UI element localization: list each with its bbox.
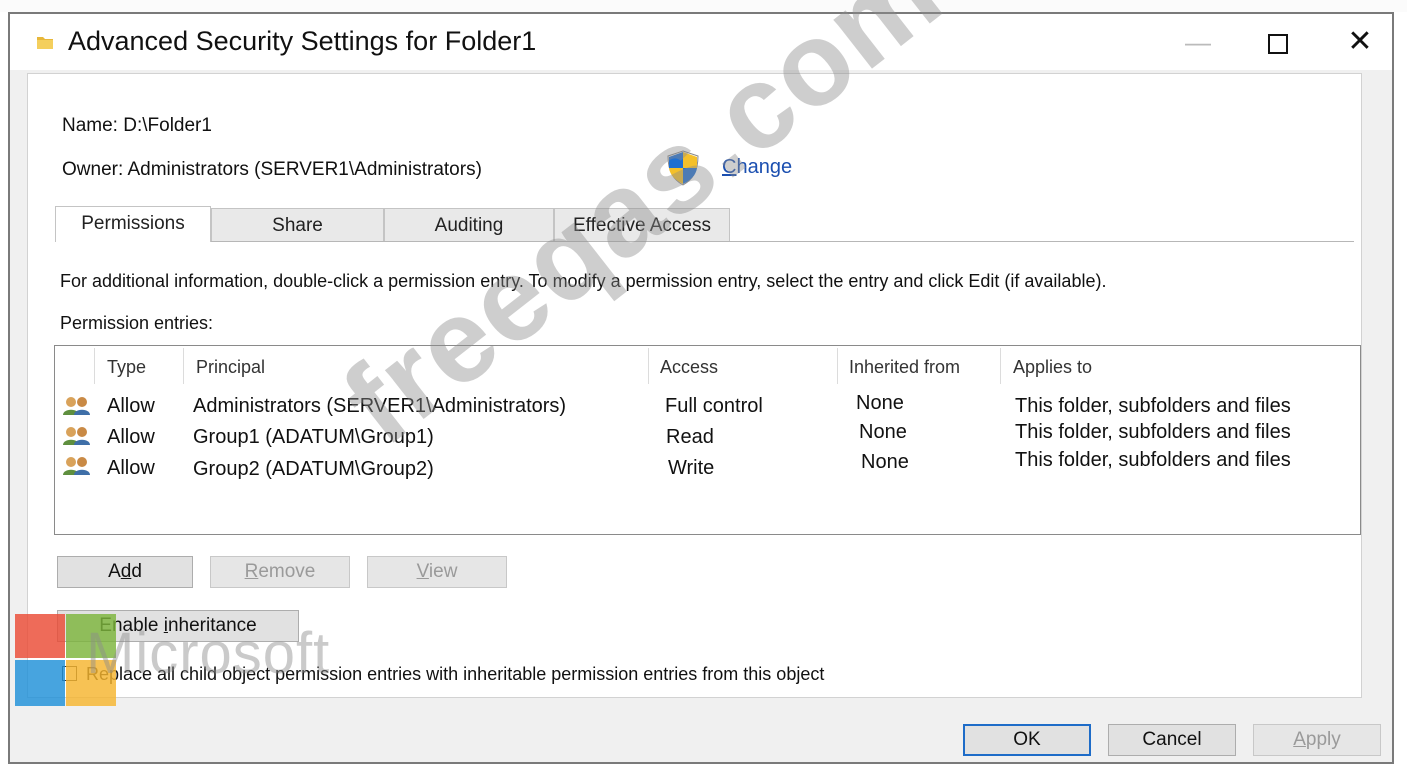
ok-button[interactable]: OK [963, 724, 1091, 756]
view-label-accel: V [416, 561, 429, 582]
add-label-b: d [131, 561, 142, 582]
row-3-type: Allow [107, 457, 155, 479]
row-1-applies: This folder, subfolders and files [1015, 395, 1291, 417]
view-button[interactable]: View [367, 556, 507, 588]
owner-value: Administrators (SERVER1\Administrators) [127, 159, 482, 180]
view-label-b: iew [428, 561, 458, 582]
microsoft-watermark-text: Microsoft [86, 621, 331, 686]
name-label: Name: [62, 115, 118, 136]
row-1-inherited: None [856, 392, 904, 414]
column-header-applies-to[interactable]: Applies to [1013, 357, 1092, 378]
folder-icon [37, 37, 53, 49]
window-title: Advanced Security Settings for Folder1 [68, 26, 537, 56]
column-separator [837, 348, 838, 384]
row-3-access: Write [668, 457, 715, 479]
users-icon [63, 397, 90, 415]
owner-row: Owner: Administrators (SERVER1\Administr… [62, 159, 482, 181]
users-icon [63, 457, 90, 475]
apply-label-accel: A [1293, 729, 1306, 750]
users-icon [63, 427, 90, 445]
tab-permissions[interactable]: Permissions [55, 206, 211, 242]
column-separator [183, 348, 184, 384]
remove-label-b: emove [258, 561, 316, 582]
apply-button[interactable]: Apply [1253, 724, 1381, 756]
entries-label: Permission entries: [60, 313, 214, 333]
add-label-accel: d [120, 561, 132, 582]
cancel-button[interactable]: Cancel [1108, 724, 1236, 756]
column-header-access[interactable]: Access [660, 357, 718, 378]
remove-label-accel: R [244, 561, 259, 582]
microsoft-logo-blue-square [15, 660, 65, 706]
remove-button[interactable]: Remove [210, 556, 350, 588]
add-label-a: A [108, 561, 121, 582]
row-3-inherited: None [861, 451, 909, 473]
row-2-applies: This folder, subfolders and files [1015, 421, 1291, 443]
column-header-type[interactable]: Type [107, 357, 146, 378]
maximize-icon [1268, 34, 1288, 55]
close-button[interactable]: ✕ [1332, 20, 1388, 64]
row-2-type: Allow [107, 426, 155, 448]
maximize-button[interactable] [1250, 20, 1306, 64]
apply-label-b: pply [1305, 729, 1341, 750]
minimize-button[interactable]: — [1170, 20, 1226, 64]
name-value: D:\Folder1 [123, 115, 212, 136]
column-separator [1000, 348, 1001, 384]
name-row: Name: D:\Folder1 [62, 115, 212, 137]
column-separator [94, 348, 95, 384]
row-1-type: Allow [107, 395, 155, 417]
row-2-access: Read [666, 426, 714, 448]
row-1-access: Full control [665, 395, 763, 417]
top-band [0, 0, 1407, 12]
titlebar: Advanced Security Settings for Folder1 —… [10, 14, 1392, 70]
microsoft-logo-red-square [15, 614, 65, 658]
tab-share[interactable]: Share [211, 208, 384, 241]
row-3-applies: This folder, subfolders and files [1015, 449, 1291, 471]
column-header-inherited-from[interactable]: Inherited from [849, 357, 960, 378]
add-button[interactable]: Add [57, 556, 193, 588]
column-separator [648, 348, 649, 384]
column-header-principal[interactable]: Principal [196, 357, 265, 378]
owner-label: Owner: [62, 159, 124, 180]
row-2-inherited: None [859, 421, 907, 443]
